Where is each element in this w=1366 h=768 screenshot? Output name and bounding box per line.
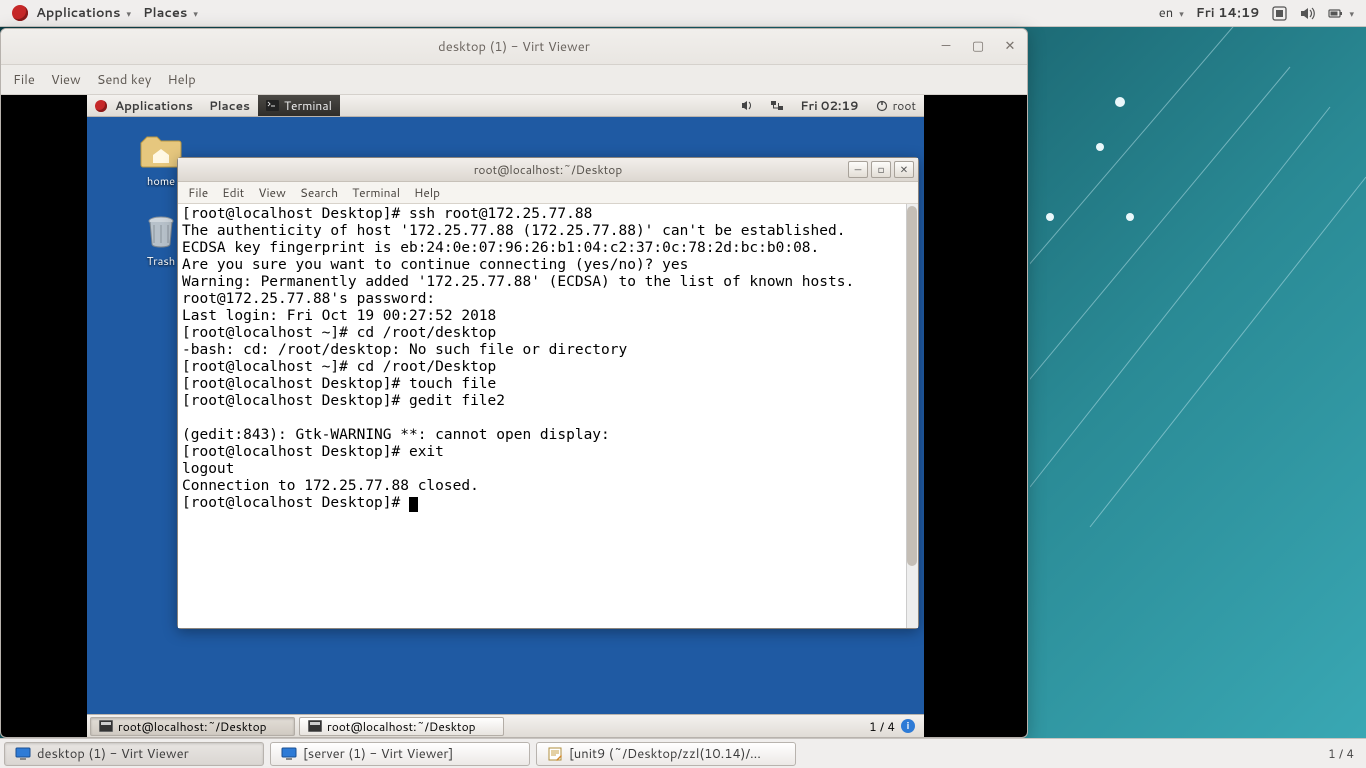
wallpaper-lines <box>1030 27 1366 738</box>
monitor-icon <box>281 747 297 761</box>
applications-label: Applications <box>115 97 193 114</box>
lang-label: en <box>1159 4 1173 22</box>
virt-viewer-viewport: Applications Places Terminal Fri 02:19 <box>1 95 1027 737</box>
close-button[interactable]: ✕ <box>999 35 1021 57</box>
terminal-icon <box>266 99 280 113</box>
guest-top-panel: Applications Places Terminal Fri 02:19 <box>87 95 924 117</box>
maximize-button[interactable]: ▢ <box>967 35 989 57</box>
text-editor-icon <box>547 747 563 761</box>
virt-viewer-titlebar[interactable]: desktop (1) - Virt Viewer — ▢ ✕ <box>1 29 1027 65</box>
host-volume-icon[interactable] <box>1293 4 1321 22</box>
guest-terminal-task[interactable]: Terminal <box>258 95 340 116</box>
term-menu-view[interactable]: View <box>258 184 286 201</box>
clock-label: Fri 14:19 <box>1196 4 1260 22</box>
power-icon <box>875 99 889 113</box>
task-label: desktop (1) - Virt Viewer <box>37 745 189 763</box>
minimize-button[interactable]: — <box>935 35 957 57</box>
monitor-icon <box>15 747 31 761</box>
chevron-down-icon: ▾ <box>1349 7 1354 20</box>
guest-task-terminal-2[interactable]: root@localhost:~/Desktop <box>299 717 504 736</box>
terminal-minimize-button[interactable]: — <box>848 161 868 178</box>
guest-clock[interactable]: Fri 02:19 <box>792 95 866 116</box>
host-lang-indicator[interactable]: en ▾ <box>1153 2 1190 24</box>
guest-task-terminal-1[interactable]: root@localhost:~/Desktop <box>90 717 295 736</box>
terminal-window: root@localhost:~/Desktop — ▫ ✕ File Edit… <box>177 157 919 629</box>
task-label: root@localhost:~/Desktop <box>327 718 476 735</box>
chevron-down-icon: ▾ <box>1179 7 1184 20</box>
terminal-menubar: File Edit View Search Terminal Help <box>178 182 918 204</box>
host-applications-menu[interactable]: Applications ▾ <box>6 2 137 24</box>
guest-applications-menu[interactable]: Applications <box>87 95 201 116</box>
guest-user-menu[interactable]: root <box>867 95 924 116</box>
term-menu-help[interactable]: Help <box>414 184 440 201</box>
terminal-title-label: root@localhost:~/Desktop <box>474 161 623 178</box>
clock-label: Fri 02:19 <box>800 97 858 114</box>
menu-file[interactable]: File <box>13 71 35 89</box>
chevron-down-icon: ▾ <box>126 7 131 20</box>
user-label: root <box>893 97 916 114</box>
host-a11y-icon[interactable] <box>1265 4 1293 22</box>
host-task-virtviewer-desktop[interactable]: desktop (1) - Virt Viewer <box>4 742 264 766</box>
terminal-body[interactable]: [root@localhost Desktop]# ssh root@172.2… <box>178 204 918 628</box>
host-battery-icon[interactable]: ▾ <box>1321 4 1360 22</box>
applications-label: Applications <box>36 4 120 22</box>
chevron-down-icon: ▾ <box>193 7 198 20</box>
scrollbar-thumb[interactable] <box>907 206 917 566</box>
terminal-maximize-button[interactable]: ▫ <box>871 161 891 178</box>
places-label: Places <box>209 97 250 114</box>
term-menu-edit[interactable]: Edit <box>222 184 244 201</box>
host-workspace-indicator[interactable]: 1 / 4 <box>1320 745 1362 762</box>
terminal-titlebar[interactable]: root@localhost:~/Desktop — ▫ ✕ <box>178 158 918 182</box>
terminal-icon <box>99 720 113 732</box>
menu-help[interactable]: Help <box>167 71 195 89</box>
redhat-icon <box>12 5 28 21</box>
terminal-label: Terminal <box>284 97 332 114</box>
guest-desktop[interactable]: Applications Places Terminal Fri 02:19 <box>87 95 924 737</box>
terminal-scrollbar[interactable] <box>906 204 918 628</box>
guest-places-menu[interactable]: Places <box>201 95 258 116</box>
guest-volume-icon[interactable] <box>732 95 762 116</box>
host-task-virtviewer-server[interactable]: [server (1) - Virt Viewer] <box>270 742 530 766</box>
term-menu-search[interactable]: Search <box>300 184 338 201</box>
window-title: desktop (1) - Virt Viewer <box>438 38 590 56</box>
host-taskbar: desktop (1) - Virt Viewer [server (1) - … <box>0 738 1366 768</box>
virt-viewer-menubar: File View Send key Help <box>1 65 1027 95</box>
task-label: [unit9 (~/Desktop/zzl(10.14)/... <box>569 745 761 763</box>
host-places-menu[interactable]: Places ▾ <box>137 2 204 24</box>
host-top-panel: Applications ▾ Places ▾ en ▾ Fri 14:19 ▾ <box>0 0 1366 27</box>
workspace-indicator[interactable]: 1 / 4 <box>869 718 895 735</box>
task-label: root@localhost:~/Desktop <box>118 718 267 735</box>
notification-icon[interactable]: i <box>901 719 915 733</box>
guest-network-icon[interactable] <box>762 95 792 116</box>
terminal-close-button[interactable]: ✕ <box>894 161 914 178</box>
host-clock[interactable]: Fri 14:19 <box>1190 2 1266 24</box>
redhat-icon <box>95 100 107 112</box>
menu-sendkey[interactable]: Send key <box>97 71 152 89</box>
virt-viewer-window: desktop (1) - Virt Viewer — ▢ ✕ File Vie… <box>0 28 1028 738</box>
task-label: [server (1) - Virt Viewer] <box>303 745 453 763</box>
menu-view[interactable]: View <box>51 71 81 89</box>
term-menu-file[interactable]: File <box>188 184 208 201</box>
term-menu-terminal[interactable]: Terminal <box>352 184 400 201</box>
terminal-icon <box>308 720 322 732</box>
host-task-gedit-unit9[interactable]: [unit9 (~/Desktop/zzl(10.14)/... <box>536 742 796 766</box>
guest-taskbar: root@localhost:~/Desktop root@localhost:… <box>87 714 924 737</box>
places-label: Places <box>143 4 187 22</box>
